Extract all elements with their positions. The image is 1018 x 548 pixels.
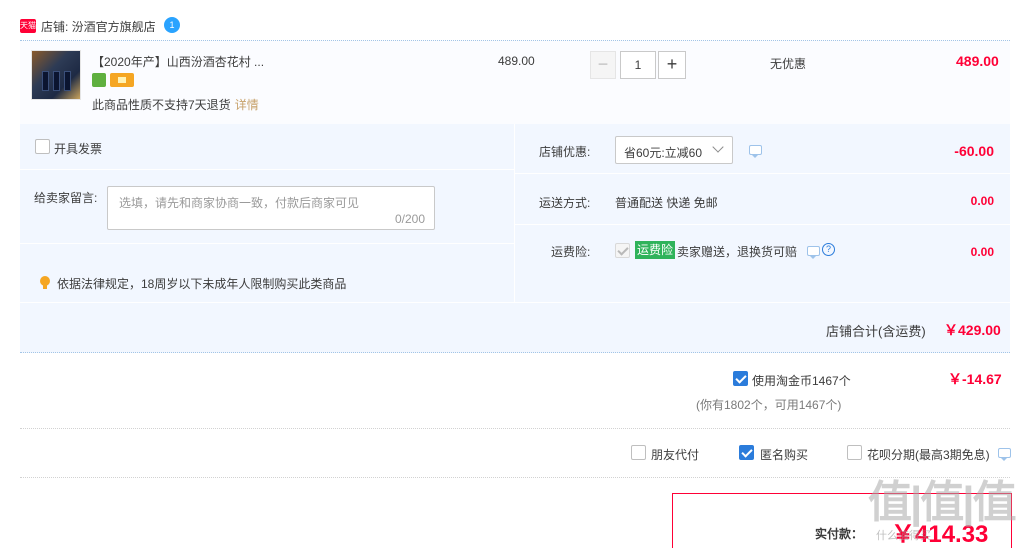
item-discount-text: 无优惠 xyxy=(770,57,807,71)
shop-name-link[interactable]: 店铺: 汾酒官方旗舰店 xyxy=(41,18,156,35)
shop-discount-row: 店铺优惠: 省60元:立减60 -60.00 xyxy=(515,124,1010,174)
help-icon[interactable]: ? xyxy=(822,243,835,256)
no-return-notice: 此商品性质不支持7天退货 详情 xyxy=(92,96,259,113)
use-coins-checkbox[interactable] xyxy=(733,371,748,386)
product-thumbnail[interactable] xyxy=(31,50,81,100)
invoice-label: 开具发票 xyxy=(54,142,103,156)
legal-notice-row: 依据法律规定，18周岁以下未成年人限制购买此类商品 xyxy=(20,245,514,302)
watermark-logo: 值|值|值 xyxy=(868,478,1017,527)
quantity-decrease-button[interactable]: − xyxy=(590,51,616,79)
invoice-checkbox[interactable] xyxy=(35,139,50,154)
huabei-installment-checkbox[interactable] xyxy=(847,445,862,460)
shipping-label: 运送方式: xyxy=(539,196,591,210)
wangwang-chat-icon[interactable]: 1 xyxy=(164,17,180,33)
chat-icon[interactable] xyxy=(749,145,762,158)
unit-price: 489.00 xyxy=(498,54,535,68)
shipping-insurance-row: 运费险: 运费险 卖家赠送，退换货可赔 ? 0.00 xyxy=(515,226,1010,302)
anonymous-purchase-label[interactable]: 匿名购买 xyxy=(760,446,808,463)
tmall-logo-icon: 天猫 xyxy=(20,19,36,33)
legal-notice-text: 依据法律规定，18周岁以下未成年人限制购买此类商品 xyxy=(57,277,347,291)
shop-discount-label: 店铺优惠: xyxy=(539,145,591,159)
quantity-input[interactable]: 1 xyxy=(620,51,656,79)
shipping-row: 运送方式: 普通配送 快递 免邮 0.00 xyxy=(515,175,1010,225)
no-return-text: 此商品性质不支持7天退货 xyxy=(92,98,231,112)
quality-service-icon xyxy=(92,73,106,87)
message-row: 给卖家留言: 选填，请先和商家协商一致，付款后商家可见 0/200 xyxy=(20,171,514,244)
coins-deduction: ￥-14.67 xyxy=(948,371,1002,387)
watermark-subtext: 什么值得买 xyxy=(876,530,931,542)
divider xyxy=(20,428,1010,429)
friend-pay-checkbox[interactable] xyxy=(631,445,646,460)
credit-card-service-icon xyxy=(110,73,134,87)
friend-pay-label[interactable]: 朋友代付 xyxy=(651,446,699,463)
message-placeholder: 选填，请先和商家协商一致，付款后商家可见 xyxy=(119,196,360,210)
detail-link[interactable]: 详情 xyxy=(235,98,259,112)
cart-item-row: 【2020年产】山西汾酒杏花村 ... 此商品性质不支持7天退货 详情 489.0… xyxy=(20,40,1010,124)
insurance-amount: 0.00 xyxy=(970,245,994,259)
chat-icon[interactable] xyxy=(807,246,820,259)
store-total-value: ￥429.00 xyxy=(944,322,1001,338)
shop-header: 天猫 店铺: 汾酒官方旗舰店 1 xyxy=(0,10,1018,40)
coins-availability-note: (你有1802个，可用1467个) xyxy=(696,398,842,412)
chevron-down-icon xyxy=(712,141,724,153)
divider xyxy=(20,477,1010,478)
huabei-installment-label[interactable]: 花呗分期(最高3期免息) xyxy=(867,446,990,463)
insurance-checkbox xyxy=(615,243,630,258)
insurance-text: 卖家赠送，退换货可赔 xyxy=(677,245,798,259)
final-payment-label: 实付款： xyxy=(815,527,864,541)
seller-message-textarea[interactable]: 选填，请先和商家协商一致，付款后商家可见 0/200 xyxy=(107,186,435,230)
bottle-shape xyxy=(64,71,71,91)
shop-discount-amount: -60.00 xyxy=(954,143,994,159)
order-options-panel: 开具发票 给卖家留言: 选填，请先和商家协商一致，付款后商家可见 0/200 依… xyxy=(20,124,1010,353)
bottle-shape xyxy=(42,71,49,91)
shipping-amount: 0.00 xyxy=(970,194,994,208)
insurance-label: 运费险: xyxy=(551,245,591,259)
use-coins-label[interactable]: 使用淘金币1467个 xyxy=(752,372,851,389)
chat-icon[interactable] xyxy=(998,448,1011,461)
shipping-method: 普通配送 快递 免邮 xyxy=(615,196,718,210)
store-total-label: 店铺合计(含运费) xyxy=(826,324,926,339)
item-line-total: 489.00 xyxy=(956,53,999,69)
store-total-row: 店铺合计(含运费) ￥429.00 xyxy=(20,302,1010,353)
message-label: 给卖家留言: xyxy=(34,191,98,205)
product-title-link[interactable]: 【2020年产】山西汾酒杏花村 ... xyxy=(92,53,264,70)
quantity-increase-button[interactable]: + xyxy=(658,51,686,79)
message-char-count: 0/200 xyxy=(394,212,425,226)
insurance-badge: 运费险 xyxy=(635,241,676,259)
anonymous-purchase-checkbox[interactable] xyxy=(739,445,754,460)
invoice-row: 开具发票 xyxy=(20,124,514,170)
lightbulb-icon xyxy=(40,276,50,289)
shop-discount-selected: 省60元:立减60 xyxy=(624,146,703,160)
shop-discount-select[interactable]: 省60元:立减60 xyxy=(615,136,733,164)
bottle-shape xyxy=(53,71,60,91)
